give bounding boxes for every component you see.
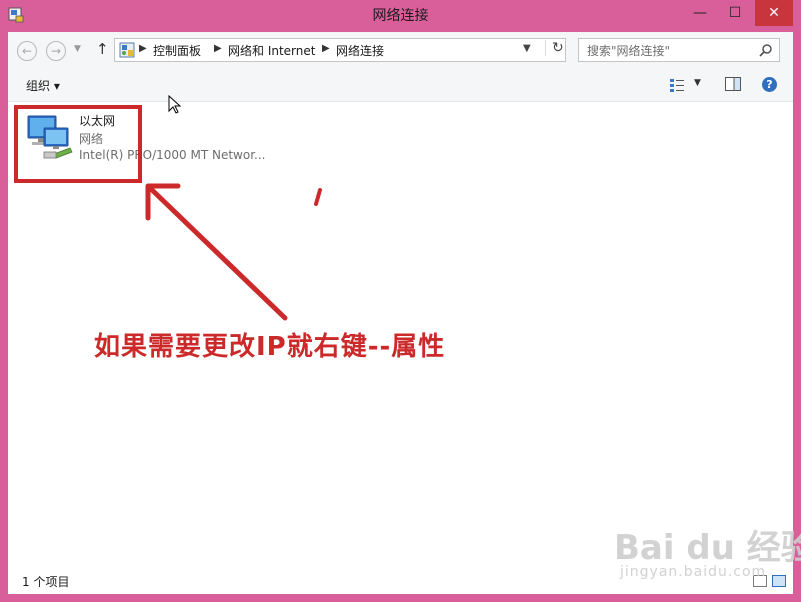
command-toolbar: 组织 ▾ ▼ ? bbox=[8, 69, 793, 102]
connection-item-ethernet[interactable]: 以太网 网络 Intel(R) PRO/1000 MT Networ... bbox=[20, 106, 270, 186]
recent-locations-icon[interactable]: ▼ bbox=[74, 44, 81, 54]
organize-menu[interactable]: 组织 ▾ bbox=[26, 77, 60, 94]
breadcrumb-network-internet[interactable]: 网络和 Internet bbox=[228, 42, 315, 59]
watermark-url: jingyan.baidu.com bbox=[620, 564, 767, 580]
breadcrumb-control-panel[interactable]: 控制面板 bbox=[153, 42, 201, 59]
refresh-icon[interactable]: ↻ bbox=[545, 40, 564, 56]
breadcrumb-separator[interactable]: ▶ bbox=[214, 43, 222, 54]
explorer-window: ← → ▼ ↑ ▶ 控制面板 ▶ 网络和 Internet ▶ 网络连接 ▼ ↻… bbox=[8, 32, 793, 594]
change-view-icon[interactable] bbox=[670, 78, 684, 92]
search-box[interactable]: 搜索"网络连接" bbox=[578, 38, 780, 62]
mouse-cursor-icon bbox=[168, 95, 182, 114]
address-dropdown-icon[interactable]: ▼ bbox=[523, 43, 531, 54]
minimize-button[interactable]: — bbox=[685, 0, 715, 26]
search-input[interactable]: 搜索"网络连接" bbox=[587, 42, 670, 59]
help-icon[interactable]: ? bbox=[762, 77, 777, 92]
large-icons-view-icon[interactable] bbox=[772, 575, 786, 587]
control-panel-icon bbox=[119, 42, 135, 58]
search-icon[interactable] bbox=[759, 43, 773, 57]
baidu-watermark: Bai du 经验 jingyan.baidu.com bbox=[614, 520, 801, 580]
connection-adapter: Intel(R) PRO/1000 MT Networ... bbox=[79, 148, 266, 162]
title-bar: 网络连接 — ☐ ✕ bbox=[0, 0, 801, 32]
back-button[interactable]: ← bbox=[17, 41, 37, 61]
connection-network: 网络 bbox=[79, 132, 104, 146]
view-options-icon[interactable]: ▼ bbox=[694, 78, 701, 88]
connection-name: 以太网 bbox=[79, 114, 116, 128]
address-bar[interactable]: ▶ 控制面板 ▶ 网络和 Internet ▶ 网络连接 ▼ ↻ bbox=[114, 38, 566, 62]
breadcrumb-separator[interactable]: ▶ bbox=[322, 43, 330, 54]
forward-button[interactable]: → bbox=[46, 41, 66, 61]
watermark-logo: Bai du 经验 bbox=[614, 528, 801, 568]
breadcrumb-network-connections[interactable]: 网络连接 bbox=[336, 42, 384, 59]
annotation-text: 如果需要更改IP就右键--属性 bbox=[94, 332, 446, 362]
item-count: 1 个项目 bbox=[22, 575, 70, 589]
up-button[interactable]: ↑ bbox=[96, 40, 109, 58]
breadcrumb-separator: ▶ bbox=[139, 43, 147, 54]
close-button[interactable]: ✕ bbox=[755, 0, 793, 26]
navigation-bar: ← → ▼ ↑ ▶ 控制面板 ▶ 网络和 Internet ▶ 网络连接 ▼ ↻… bbox=[8, 32, 793, 69]
preview-pane-icon[interactable] bbox=[725, 77, 741, 91]
ethernet-adapter-icon[interactable] bbox=[24, 110, 76, 162]
window-title: 网络连接 bbox=[372, 8, 429, 24]
maximize-button[interactable]: ☐ bbox=[720, 0, 750, 26]
